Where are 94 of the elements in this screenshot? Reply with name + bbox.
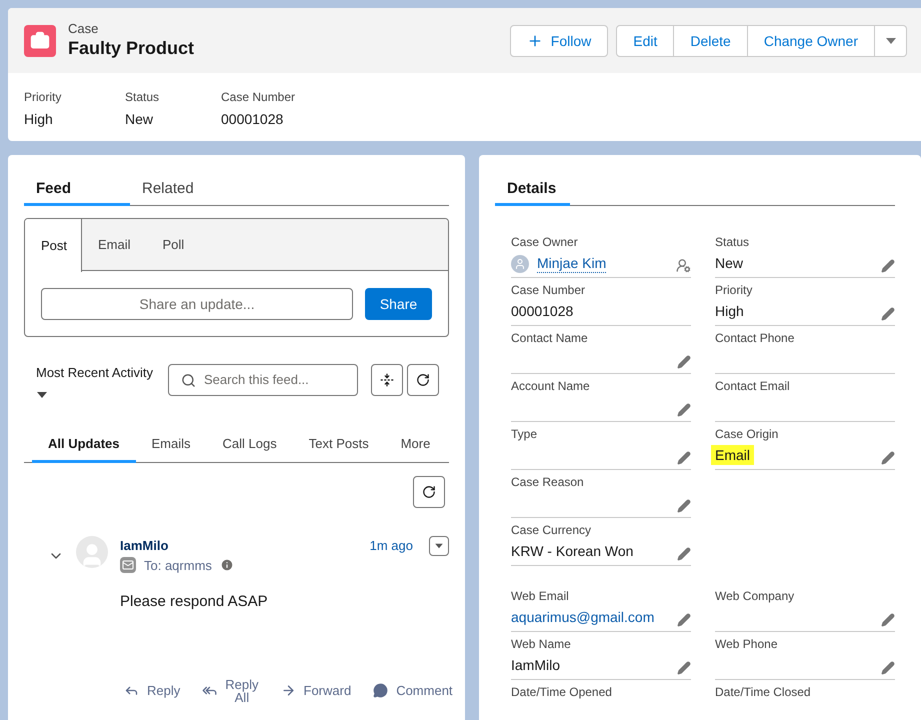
filter-tab[interactable]: Call Logs	[206, 428, 293, 462]
field-label: Case Owner	[511, 234, 579, 250]
field-label: Case Currency	[511, 522, 592, 538]
filter-tab[interactable]: Emails	[136, 428, 207, 462]
field-label: Date/Time Closed	[715, 684, 812, 700]
edit-icon[interactable]	[881, 307, 895, 321]
highlight-label: Priority	[24, 89, 62, 105]
caret-icon	[884, 36, 896, 44]
edit-icon[interactable]	[677, 403, 691, 417]
highlight-label: Status	[125, 89, 160, 105]
field-label: Contact Name	[511, 330, 589, 346]
more-actions-button[interactable]	[875, 24, 907, 56]
search-input[interactable]: Search this feed...	[204, 370, 345, 390]
refresh-icon	[416, 373, 430, 387]
caret-icon	[434, 542, 444, 548]
highlight-label: Case Number	[221, 89, 296, 105]
email-link[interactable]: aquarimus@gmail.com	[511, 607, 654, 627]
edit-icon[interactable]	[677, 355, 691, 369]
field-label: Status	[715, 234, 750, 250]
feed-action-link[interactable]: Reply All	[202, 678, 258, 704]
edit-icon[interactable]	[881, 451, 895, 465]
tab[interactable]: Feed	[24, 175, 130, 206]
field-value: 00001028	[511, 302, 574, 321]
change-owner-icon[interactable]	[676, 258, 691, 273]
field-label: Priority	[715, 282, 754, 298]
avatar-icon	[511, 254, 529, 273]
recipient-text: To: aqrmms	[144, 556, 212, 575]
highlight-value: 00001028	[221, 110, 284, 129]
highlight-value: New	[125, 110, 154, 129]
case-icon	[24, 24, 56, 56]
action-button[interactable]: Delete	[674, 24, 748, 56]
object-type: Case	[68, 21, 100, 38]
search-field[interactable]: Search this feed...	[168, 364, 358, 396]
info-icon	[220, 558, 234, 572]
search-icon	[181, 372, 196, 388]
field-value: KRW - Korean Won	[511, 542, 634, 561]
collapse-button[interactable]	[371, 364, 403, 396]
forward-icon	[280, 683, 296, 698]
share-button[interactable]: Share	[365, 288, 432, 320]
message-body: Please respond ASAP	[120, 592, 269, 612]
edit-icon[interactable]	[677, 451, 691, 465]
filter-tab[interactable]: More	[384, 428, 446, 462]
edit-icon[interactable]	[677, 547, 691, 561]
plus-icon	[526, 32, 543, 48]
feed-action-link[interactable]: Reply	[124, 683, 180, 698]
field-value: IamMilo	[511, 656, 560, 675]
field-label: Case Number	[511, 282, 586, 298]
edit-icon[interactable]	[881, 259, 895, 273]
field-value: Email	[711, 445, 754, 465]
item-menu-button[interactable]	[429, 536, 449, 556]
field-label: Date/Time Opened	[511, 684, 613, 700]
field-label: Web Phone	[715, 636, 778, 652]
action-button[interactable]: Change Owner	[748, 24, 875, 56]
field-label: Web Name	[511, 636, 572, 652]
field-label: Contact Email	[715, 378, 791, 394]
field-label: Web Company	[715, 588, 796, 604]
author-link[interactable]: IamMilo	[120, 536, 168, 556]
edit-icon[interactable]	[677, 613, 691, 627]
publisher-tab[interactable]: Post	[25, 219, 82, 272]
edit-icon[interactable]	[881, 613, 895, 627]
highlight-value: High	[24, 110, 54, 129]
follow-button[interactable]: Follow	[510, 24, 608, 56]
comment-icon	[373, 683, 388, 698]
field-label: Account Name	[511, 378, 591, 394]
filter-tab[interactable]: All Updates	[32, 428, 136, 462]
tab[interactable]: Related	[130, 175, 236, 206]
edit-icon[interactable]	[881, 661, 895, 675]
field-label: Contact Phone	[715, 330, 796, 346]
action-button[interactable]: Edit	[616, 24, 674, 56]
filter-tab[interactable]: Text Posts	[292, 428, 385, 462]
publisher-tab[interactable]: Poll	[146, 219, 200, 270]
sort-dropdown[interactable]: Most Recent Activity	[36, 363, 156, 398]
field-value: High	[715, 302, 744, 321]
share-update-field[interactable]: Share an update...	[41, 288, 353, 320]
refresh-button[interactable]	[413, 476, 445, 508]
record-title: Faulty Product	[68, 37, 194, 60]
collapse-icon	[380, 373, 394, 387]
tab[interactable]: Details	[495, 175, 570, 206]
refresh-icon	[422, 484, 436, 498]
owner-link[interactable]: Minjae Kim	[537, 254, 606, 273]
edit-icon[interactable]	[677, 499, 691, 513]
timestamp: 1m ago	[370, 536, 413, 555]
refresh-button[interactable]	[407, 364, 439, 396]
field-label: Type	[511, 426, 538, 442]
feed-action-link[interactable]: Forward	[280, 683, 352, 698]
feed-action-link[interactable]: Comment	[373, 683, 453, 698]
field-label: Case Origin	[715, 426, 780, 442]
field-label: Case Reason	[511, 474, 585, 490]
publisher-tab[interactable]: Email	[82, 219, 147, 270]
edit-icon[interactable]	[677, 661, 691, 675]
caret-icon	[36, 390, 48, 398]
field-value: New	[715, 254, 744, 273]
email-icon	[120, 557, 136, 574]
field-label: Web Email	[511, 588, 570, 604]
